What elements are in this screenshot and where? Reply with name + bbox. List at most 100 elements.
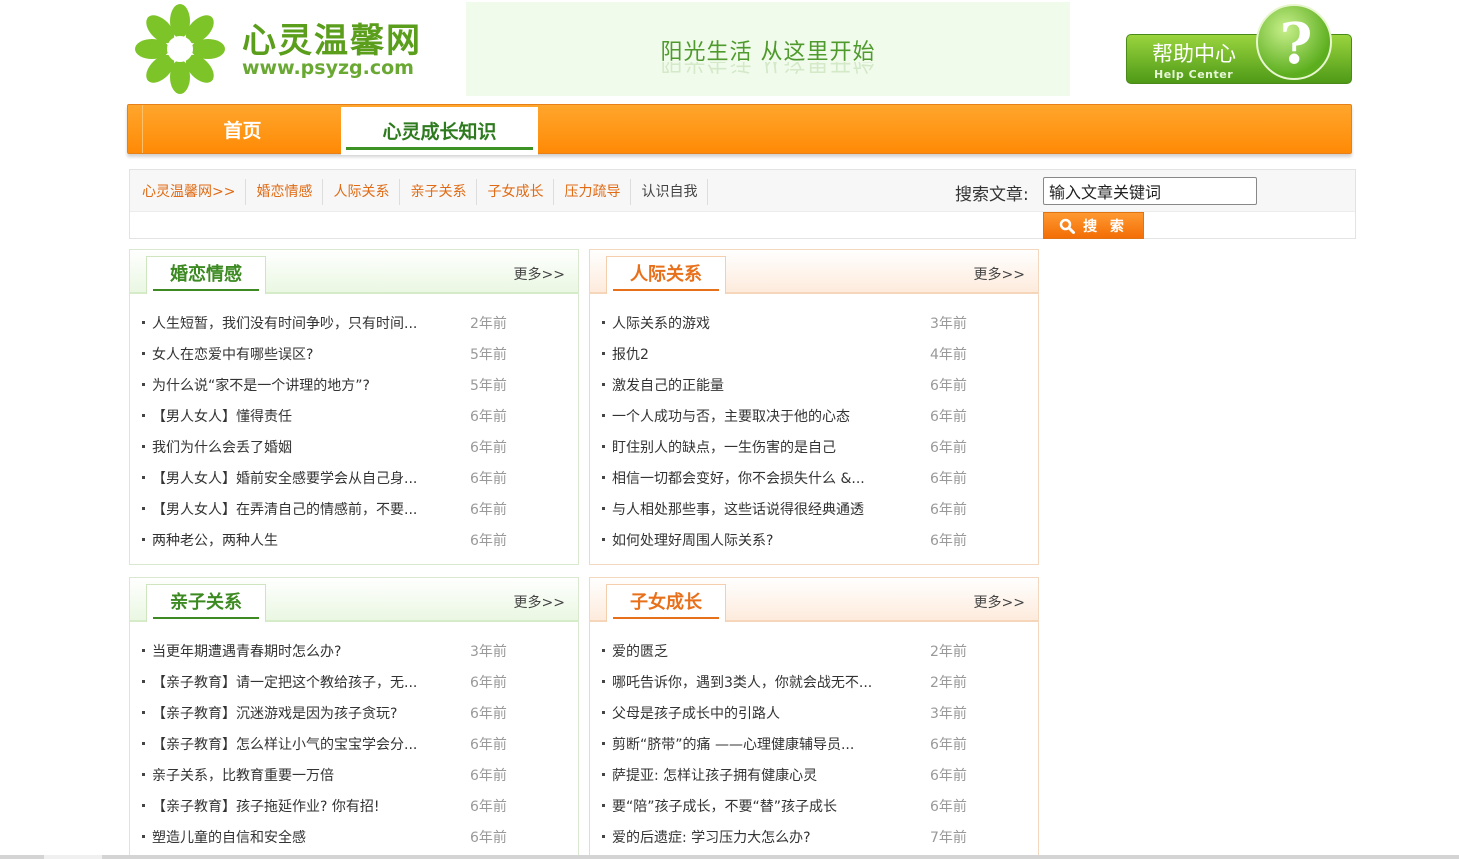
logo-flower-icon <box>135 4 225 94</box>
article-link[interactable]: 塑造儿童的自信和安全感 <box>152 827 470 847</box>
nav-active-underline <box>346 147 533 150</box>
article-link[interactable]: 亲子关系，比教育重要一万倍 <box>152 765 470 785</box>
article-link[interactable]: 当更年期遭遇青春期时怎么办? <box>152 641 470 661</box>
list-item: 要“陪”孩子成长，不要“替”孩子成长 6年前 <box>602 790 1032 821</box>
article-link[interactable]: 相信一切都会变好，你不会损失什么 &... <box>612 468 930 488</box>
bullet-icon <box>602 383 605 386</box>
site-logo[interactable]: 心灵温馨网 www.psyzg.com <box>134 3 434 95</box>
nav-growth-knowledge[interactable]: 心灵成长知识 <box>341 107 538 155</box>
panel-title-underline <box>613 617 719 619</box>
list-item: 爱的后遗症: 学习压力大怎么办? 7年前 <box>602 821 1032 852</box>
article-time: 3年前 <box>930 705 967 722</box>
question-mark-glyph: ? <box>1279 11 1313 77</box>
article-list: 人际关系的游戏 3年前 报仇2 4年前 激发自己的正能量 6年前 一个人成功与否，主要… <box>602 307 1032 555</box>
bullet-icon <box>602 476 605 479</box>
category-parenting[interactable]: 亲子关系 <box>400 179 478 205</box>
bullet-icon <box>602 649 605 652</box>
list-item: 我们为什么会丢了婚姻 6年前 <box>142 431 572 462</box>
article-link[interactable]: 人生短暂，我们没有时间争吵，只有时间... <box>152 313 470 333</box>
article-time: 6年前 <box>930 377 967 394</box>
article-link[interactable]: 我们为什么会丢了婚姻 <box>152 437 470 457</box>
article-link[interactable]: 盯住别人的缺点，一生伤害的是自己 <box>612 437 930 457</box>
nav-growth-knowledge-label: 心灵成长知识 <box>382 121 497 143</box>
category-children-growth[interactable]: 子女成长 <box>477 179 555 205</box>
panel-title-underline <box>153 617 259 619</box>
article-link[interactable]: 父母是孩子成长中的引路人 <box>612 703 930 723</box>
article-link[interactable]: 【男人女人】婚前安全感要学会从自己身... <box>152 468 470 488</box>
category-stress-relief[interactable]: 压力疏导 <box>554 179 632 205</box>
article-link[interactable]: 要“陪”孩子成长，不要“替”孩子成长 <box>612 796 930 816</box>
category-marriage[interactable]: 婚恋情感 <box>246 179 324 205</box>
article-link[interactable]: 一个人成功与否，主要取决于他的心态 <box>612 406 930 426</box>
article-link[interactable]: 女人在恋爱中有哪些误区? <box>152 344 470 364</box>
panel-header: 子女成长 更多>> <box>590 578 1038 622</box>
list-item: 爱的匮乏 2年前 <box>602 635 1032 666</box>
article-link[interactable]: 【亲子教育】孩子拖延作业? 你有招! <box>152 796 470 816</box>
bullet-icon <box>142 680 145 683</box>
article-time: 6年前 <box>470 470 507 487</box>
list-item: 萨提亚: 怎样让孩子拥有健康心灵 6年前 <box>602 759 1032 790</box>
list-item: 【亲子教育】请一定把这个教给孩子，无... 6年前 <box>142 666 572 697</box>
article-link[interactable]: 剪断“脐带”的痛 ——心理健康辅导员... <box>612 734 930 754</box>
article-time: 6年前 <box>930 736 967 753</box>
article-link[interactable]: 激发自己的正能量 <box>612 375 930 395</box>
list-item: 两种老公，两种人生 6年前 <box>142 524 572 555</box>
scrollbar-thumb[interactable] <box>44 855 102 859</box>
article-list: 爱的匮乏 2年前 哪吒告诉你，遇到3类人，你就会战无不... 2年前 父母是孩子成长… <box>602 635 1032 852</box>
article-time: 6年前 <box>930 408 967 425</box>
bullet-icon <box>602 804 605 807</box>
article-time: 6年前 <box>930 439 967 456</box>
article-link[interactable]: 为什么说“家不是一个讲理的地方”? <box>152 375 470 395</box>
bullet-icon <box>142 742 145 745</box>
category-self-knowledge[interactable]: 认识自我 <box>631 179 709 205</box>
question-mark-icon: ? <box>1256 4 1332 80</box>
article-link[interactable]: 两种老公，两种人生 <box>152 530 470 550</box>
help-center-subtitle: Help Center <box>1154 68 1234 81</box>
article-time: 7年前 <box>930 829 967 846</box>
article-link[interactable]: 【男人女人】在弄清自己的情感前，不要... <box>152 499 470 519</box>
bullet-icon <box>602 835 605 838</box>
bullet-icon <box>602 321 605 324</box>
article-link[interactable]: 人际关系的游戏 <box>612 313 930 333</box>
bullet-icon <box>142 445 145 448</box>
panel-title-text: 人际关系 <box>630 264 702 285</box>
bullet-icon <box>142 414 145 417</box>
list-item: 剪断“脐带”的痛 ——心理健康辅导员... 6年前 <box>602 728 1032 759</box>
article-link[interactable]: 【亲子教育】沉迷游戏是因为孩子贪玩? <box>152 703 470 723</box>
logo-name: 心灵温馨网 <box>242 21 422 61</box>
article-time: 3年前 <box>470 643 507 660</box>
article-link[interactable]: 【男人女人】懂得责任 <box>152 406 470 426</box>
article-link[interactable]: 报仇2 <box>612 344 930 364</box>
list-item: 塑造儿童的自信和安全感 6年前 <box>142 821 572 852</box>
more-link[interactable]: 更多>> <box>514 264 565 284</box>
article-link[interactable]: 爱的匮乏 <box>612 641 930 661</box>
search-icon <box>1059 218 1076 234</box>
help-center-button[interactable]: 帮助中心 Help Center ? <box>1126 4 1352 86</box>
bullet-icon <box>142 538 145 541</box>
search-button[interactable]: 搜 索 <box>1043 212 1144 239</box>
category-relationships[interactable]: 人际关系 <box>323 179 401 205</box>
horizontal-scrollbar[interactable] <box>0 855 1459 859</box>
article-link[interactable]: 与人相处那些事，这些话说得很经典通透 <box>612 499 930 519</box>
article-link[interactable]: 【亲子教育】怎么样让小气的宝宝学会分... <box>152 734 470 754</box>
category-home-link[interactable]: 心灵温馨网>> <box>132 179 247 205</box>
list-item: 【男人女人】婚前安全感要学会从自己身... 6年前 <box>142 462 572 493</box>
list-item: 为什么说“家不是一个讲理的地方”? 5年前 <box>142 369 572 400</box>
more-link[interactable]: 更多>> <box>974 592 1025 612</box>
panel-title-underline <box>613 289 719 291</box>
category-search-bar: 心灵温馨网>> 婚恋情感 人际关系 亲子关系 子女成长 压力疏导 认识自我 搜索… <box>129 169 1356 239</box>
panel-header: 人际关系 更多>> <box>590 250 1038 294</box>
nav-home[interactable]: 首页 <box>142 105 342 153</box>
list-item: 【男人女人】在弄清自己的情感前，不要... 6年前 <box>142 493 572 524</box>
more-link[interactable]: 更多>> <box>514 592 565 612</box>
article-link[interactable]: 爱的后遗症: 学习压力大怎么办? <box>612 827 930 847</box>
article-link[interactable]: 如何处理好周围人际关系? <box>612 530 930 550</box>
article-link[interactable]: 【亲子教育】请一定把这个教给孩子，无... <box>152 672 470 692</box>
article-link[interactable]: 哪吒告诉你，遇到3类人，你就会战无不... <box>612 672 930 692</box>
more-link[interactable]: 更多>> <box>974 264 1025 284</box>
logo-url: www.psyzg.com <box>242 57 414 79</box>
article-link[interactable]: 萨提亚: 怎样让孩子拥有健康心灵 <box>612 765 930 785</box>
list-item: 当更年期遭遇青春期时怎么办? 3年前 <box>142 635 572 666</box>
slogan-banner: 阳光生活 从这里开始 阳光生活 从这里开始 <box>466 2 1070 96</box>
search-input[interactable] <box>1043 177 1257 205</box>
